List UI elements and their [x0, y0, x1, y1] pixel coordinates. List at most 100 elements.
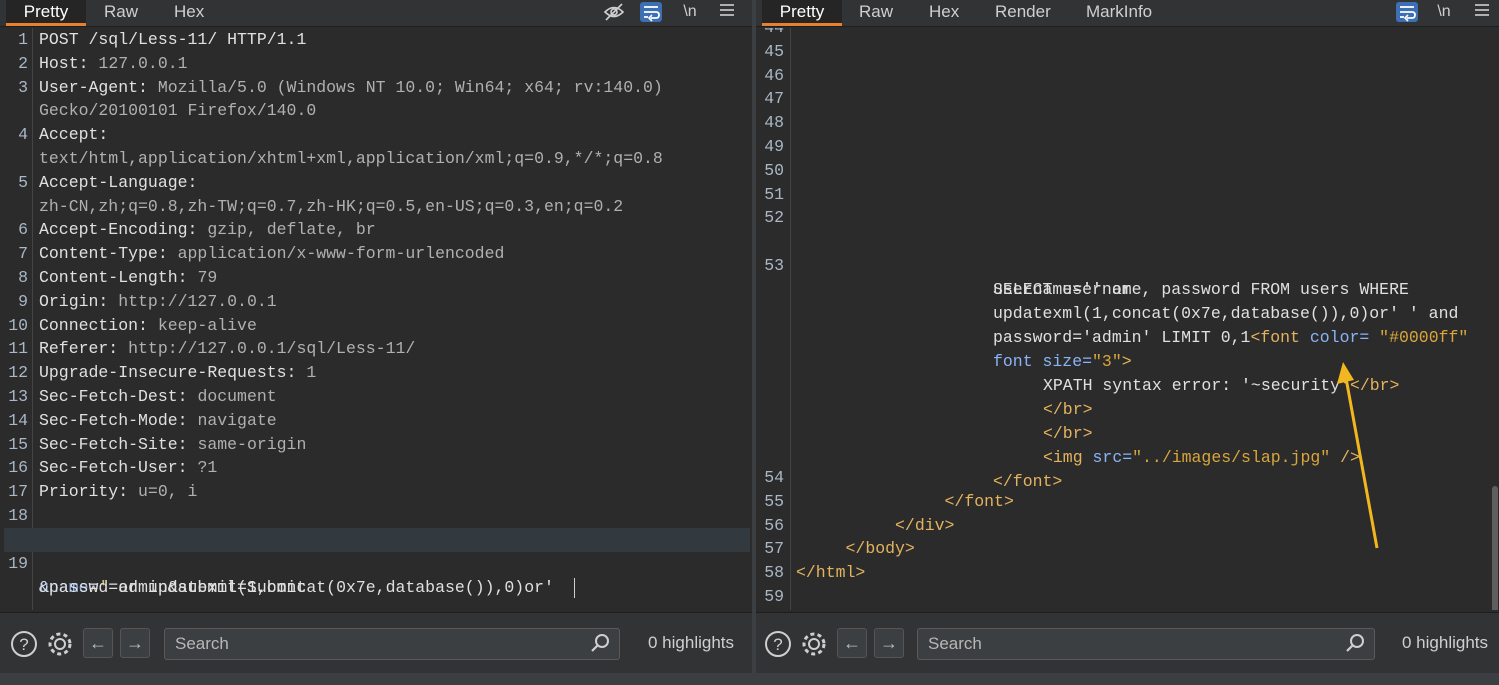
header-value: same-origin — [197, 434, 307, 454]
search-input[interactable] — [173, 632, 563, 656]
header-value: http://127.0.0.1 — [118, 291, 277, 311]
gear-icon[interactable] — [800, 630, 828, 658]
header-name: Origin: — [39, 291, 119, 311]
status-strip — [0, 673, 1499, 685]
header-value: application/x-www-form-urlencoded — [177, 244, 505, 264]
response-footer: ? ← → 0 highlights — [756, 612, 1499, 673]
response-pane: Pretty Raw Hex Render MarkInfo \n 444546… — [756, 0, 1499, 685]
tab-render[interactable]: Render — [995, 0, 1055, 26]
line-number: 17 — [8, 482, 28, 502]
request-body-line[interactable]: 19 uname=' or updatexml(1,concat(0x7e,da… — [4, 528, 750, 598]
request-line[interactable]: 5 Accept-Language: — [4, 171, 750, 195]
request-line[interactable]: 8 Content-Length: 79 — [4, 266, 750, 290]
line-number: 9 — [18, 291, 28, 311]
header-value: gzip, deflate, br — [207, 220, 376, 240]
highlights-count: 0 highlights — [648, 633, 735, 652]
highlights-count: 0 highlights — [1402, 633, 1489, 652]
header-name: Content-Type: — [39, 244, 178, 264]
request-tab-bar: Pretty Raw Hex \n — [0, 0, 752, 27]
request-line[interactable]: 14 Sec-Fetch-Mode: navigate — [4, 409, 750, 433]
gear-icon[interactable] — [46, 630, 74, 658]
request-footer: ? ← → 0 highlights — [0, 612, 752, 673]
help-icon[interactable]: ? — [764, 630, 792, 658]
request-line[interactable]: 16 Sec-Fetch-User: ?1 — [4, 456, 750, 480]
line-number: 1 — [18, 30, 28, 49]
wrap-lines-icon[interactable] — [640, 2, 662, 22]
previous-arrow-icon[interactable]: ← — [837, 628, 867, 658]
request-line[interactable]: zh-CN,zh;q=0.8,zh-TW;q=0.7,zh-HK;q=0.5,e… — [4, 195, 750, 219]
line-number: 2 — [18, 53, 28, 73]
request-line[interactable]: 10 Connection: keep-alive — [4, 314, 750, 338]
header-value: 127.0.0.1 — [98, 53, 188, 73]
menu-icon[interactable] — [716, 2, 738, 22]
request-body-continuation[interactable]: &passwd=admin&submit=Submit — [4, 552, 750, 597]
line-number: 6 — [18, 220, 28, 240]
request-line[interactable]: 13 Sec-Fetch-Dest: document — [4, 385, 750, 409]
request-line[interactable]: 6 Accept-Encoding: gzip, deflate, br — [4, 218, 750, 242]
svg-text:?: ? — [773, 635, 782, 654]
header-name: Sec-Fetch-Site: — [39, 434, 198, 454]
header-value: 79 — [197, 268, 218, 287]
search-input[interactable] — [926, 632, 1318, 656]
header-value: Mozilla/5.0 (Windows NT 10.0; Win64; x64… — [157, 77, 663, 97]
request-line[interactable]: 4 Accept: — [4, 123, 750, 147]
header-value: Gecko/20100101 Firefox/140.0 — [39, 101, 317, 121]
header-name: Connection: — [39, 315, 158, 335]
eye-off-icon[interactable] — [602, 2, 626, 22]
request-line[interactable]: 7 Content-Type: application/x-www-form-ur… — [4, 242, 750, 266]
response-tab-bar: Pretty Raw Hex Render MarkInfo \n — [756, 0, 1499, 27]
search-icon[interactable] — [589, 632, 611, 654]
request-line[interactable]: 15 Sec-Fetch-Site: same-origin — [4, 433, 750, 457]
tab-raw[interactable]: Raw — [104, 0, 144, 26]
next-arrow-icon[interactable]: → — [120, 628, 150, 658]
newline-icon[interactable]: \n — [1432, 2, 1456, 22]
request-line[interactable]: 12 Upgrade-Insecure-Requests: 1 — [4, 361, 750, 385]
tab-pretty[interactable]: Pretty — [762, 0, 842, 26]
header-name: Upgrade-Insecure-Requests: — [39, 363, 307, 383]
request-line[interactable]: 11 Referer: http://127.0.0.1/sql/Less-11/ — [4, 337, 750, 361]
header-value: 1 — [306, 363, 317, 383]
header-name: User-Agent: — [39, 77, 158, 97]
annotation-arrow — [1337, 362, 1379, 549]
header-name: Referer: — [39, 339, 129, 359]
header-name: Accept-Encoding: — [39, 220, 208, 240]
request-line[interactable]: 1 POST /sql/Less-11/ HTTP/1.1 — [4, 28, 750, 52]
header-name: Sec-Fetch-Dest: — [39, 387, 198, 406]
response-editor[interactable]: 444546474849505152 53 SELECT username, p… — [760, 28, 1499, 610]
response-search-box[interactable] — [917, 628, 1375, 660]
header-name: Host: — [39, 53, 99, 73]
header-value: document — [197, 387, 277, 406]
header-name: POST /sql/Less-11/ HTTP/1.1 — [39, 30, 307, 49]
menu-icon[interactable] — [1471, 2, 1493, 22]
next-arrow-icon[interactable]: → — [874, 628, 904, 658]
line-number: 11 — [8, 339, 28, 359]
help-icon[interactable]: ? — [10, 630, 38, 658]
tab-markinfo[interactable]: MarkInfo — [1086, 0, 1166, 26]
request-editor[interactable]: 1 POST /sql/Less-11/ HTTP/1.1 2 Host: 127.0… — [4, 28, 750, 610]
line-number: 5 — [18, 172, 28, 192]
line-number: 10 — [8, 315, 28, 335]
request-line[interactable]: 17 Priority: u=0, i — [4, 480, 750, 504]
request-line[interactable]: text/html,application/xhtml+xml,applicat… — [4, 147, 750, 171]
request-search-box[interactable] — [164, 628, 620, 660]
line-number: 8 — [18, 268, 28, 287]
tab-hex[interactable]: Hex — [174, 0, 214, 26]
request-line[interactable]: Gecko/20100101 Firefox/140.0 — [4, 99, 750, 123]
tab-raw[interactable]: Raw — [859, 0, 899, 26]
request-line[interactable]: 3 User-Agent: Mozilla/5.0 (Windows NT 10.… — [4, 76, 750, 100]
tab-hex[interactable]: Hex — [929, 0, 969, 26]
line-number: 12 — [8, 363, 28, 383]
request-line[interactable]: 2 Host: 127.0.0.1 — [4, 52, 750, 76]
line-number: 13 — [8, 387, 28, 406]
line-number: 7 — [18, 244, 28, 264]
newline-icon[interactable]: \n — [678, 2, 702, 22]
header-name: Sec-Fetch-User: — [39, 458, 198, 478]
previous-arrow-icon[interactable]: ← — [83, 628, 113, 658]
search-icon[interactable] — [1344, 632, 1366, 654]
header-value: u=0, i — [138, 482, 198, 502]
tab-pretty[interactable]: Pretty — [6, 0, 86, 26]
header-name: Accept-Language: — [39, 172, 198, 192]
request-line[interactable]: 18 — [4, 504, 750, 528]
wrap-lines-icon[interactable] — [1396, 2, 1418, 22]
request-line[interactable]: 9 Origin: http://127.0.0.1 — [4, 290, 750, 314]
